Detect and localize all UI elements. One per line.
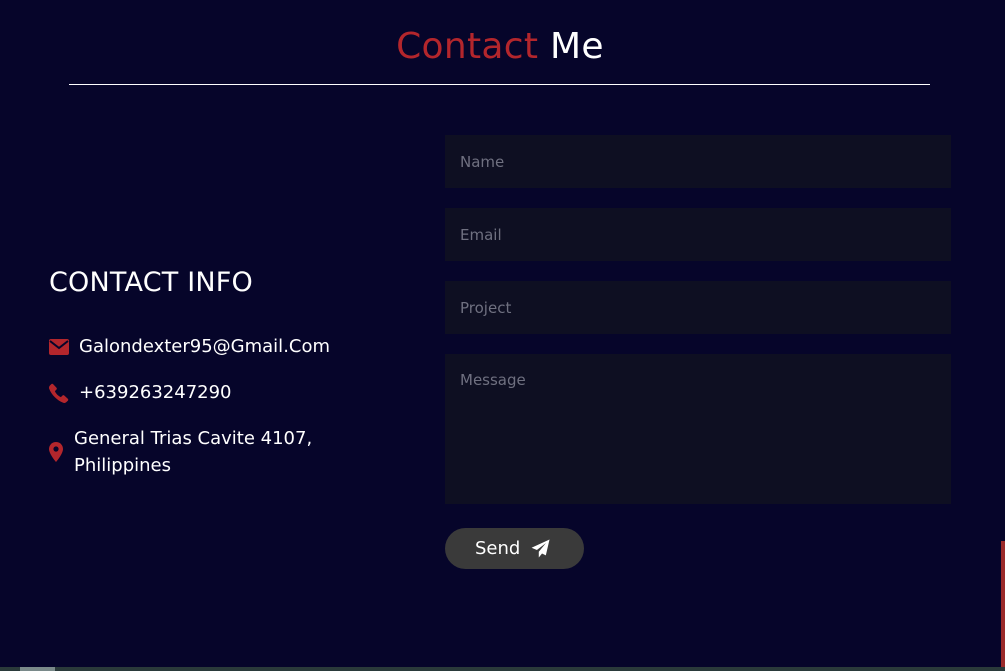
name-input[interactable]	[445, 135, 951, 188]
side-accent-bar	[1001, 541, 1005, 671]
contact-info: CONTACT INFO Galondexter95@Gmail.Com +63…	[49, 266, 389, 479]
horizontal-scrollbar[interactable]	[0, 667, 1005, 671]
contact-address-line2: Philippines	[74, 455, 171, 476]
contact-phone-row: +639263247290	[49, 379, 389, 406]
title-divider	[69, 84, 930, 85]
contact-section: Contact Me CONTACT INFO Galondexter95@Gm…	[0, 0, 1005, 671]
contact-address: General Trias Cavite 4107, Philippines	[74, 425, 312, 479]
envelope-icon	[49, 338, 71, 355]
contact-phone: +639263247290	[79, 382, 232, 403]
contact-email: Galondexter95@Gmail.Com	[79, 336, 331, 357]
send-button[interactable]: Send	[445, 528, 584, 569]
contact-address-line1: General Trias Cavite 4107,	[74, 428, 313, 449]
page-title-rest: Me	[550, 26, 604, 67]
email-input[interactable]	[445, 208, 951, 261]
phone-icon	[49, 383, 71, 403]
contact-info-heading: CONTACT INFO	[49, 267, 253, 298]
scrollbar-thumb[interactable]	[20, 667, 55, 671]
page-title-accent: Contact	[396, 26, 539, 67]
contact-address-row: General Trias Cavite 4107, Philippines	[49, 425, 389, 479]
message-textarea[interactable]	[445, 354, 951, 504]
map-marker-icon	[49, 442, 66, 462]
project-input[interactable]	[445, 281, 951, 334]
paper-plane-icon	[531, 539, 550, 558]
page-title: Contact Me	[0, 24, 1000, 70]
contact-email-row: Galondexter95@Gmail.Com	[49, 333, 389, 360]
send-button-label: Send	[475, 538, 521, 559]
